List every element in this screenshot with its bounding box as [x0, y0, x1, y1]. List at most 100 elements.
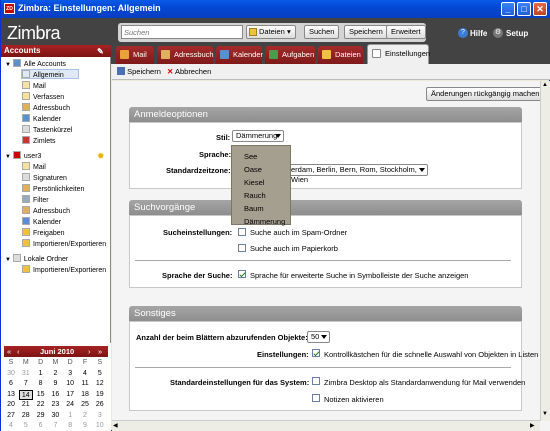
sidebar-item-general[interactable]: Allgemein	[21, 69, 79, 79]
prev-month-button[interactable]: ‹	[17, 346, 20, 357]
calendar-day[interactable]: 8	[63, 421, 77, 431]
sidebar-item-personas[interactable]: Persönlichkeiten	[22, 184, 84, 194]
calendar-day[interactable]: 10	[93, 421, 107, 431]
calendar-day[interactable]: 30	[48, 411, 62, 421]
scroll-down-icon[interactable]: ▼	[542, 411, 548, 417]
setup-link[interactable]: Setup	[506, 29, 528, 38]
minimize-button[interactable]: _	[501, 2, 515, 16]
calendar-day[interactable]: 1	[34, 369, 48, 379]
sidebar-item-filter[interactable]: Filter	[22, 195, 49, 205]
sidebar-item-user-addressbook[interactable]: Adressbuch	[22, 206, 70, 216]
quick-select-checkbox[interactable]	[312, 349, 320, 357]
sidebar-item-user3[interactable]: ▼ user3	[5, 151, 41, 161]
style-dropdown[interactable]: Dämmerung	[232, 130, 284, 142]
calendar-day[interactable]: 4	[78, 369, 92, 379]
spam-search-checkbox[interactable]	[238, 228, 246, 236]
notes-checkbox[interactable]	[312, 394, 320, 402]
calendar-day[interactable]: 24	[63, 400, 77, 410]
calendar-day[interactable]: 17	[63, 390, 77, 400]
calendar-day[interactable]: 19	[93, 390, 107, 400]
page-size-dropdown[interactable]: 50	[307, 331, 330, 343]
calendar-day[interactable]: 4	[4, 421, 18, 431]
sidebar-item-user-calendar[interactable]: Kalender	[22, 217, 61, 227]
calendar-day[interactable]: 18	[78, 390, 92, 400]
calendar-day[interactable]: 3	[63, 369, 77, 379]
sidebar-item-local-folders[interactable]: ▼ Lokale Ordner	[5, 254, 68, 264]
scroll-left-icon[interactable]: ◀	[113, 422, 118, 429]
style-option-oase[interactable]: Oase	[244, 165, 262, 174]
tab-tasks[interactable]: Aufgaben	[265, 46, 315, 64]
save-button[interactable]: Speichern	[117, 67, 161, 76]
calendar-day[interactable]: 29	[34, 411, 48, 421]
calendar-day[interactable]: 23	[48, 400, 62, 410]
calendar-day[interactable]: 7	[48, 421, 62, 431]
style-option-daemmerung[interactable]: Dämmerung	[244, 217, 285, 226]
style-option-rauch[interactable]: Rauch	[244, 191, 266, 200]
calendar-day[interactable]: 6	[4, 379, 18, 389]
calendar-day[interactable]: 2	[78, 411, 92, 421]
default-mail-app-checkbox[interactable]	[312, 377, 320, 385]
sidebar-item-zimlets[interactable]: Zimlets	[22, 136, 56, 146]
next-year-button[interactable]: »	[98, 346, 102, 357]
close-button[interactable]: ✕	[533, 2, 547, 16]
calendar-day[interactable]: 11	[78, 379, 92, 389]
tab-mail[interactable]: Mail	[116, 46, 154, 64]
tab-settings[interactable]: Einstellungen	[367, 44, 430, 64]
sidebar-item-compose[interactable]: Verfassen	[22, 92, 64, 102]
trash-search-checkbox[interactable]	[238, 244, 246, 252]
calendar-day[interactable]: 16	[48, 390, 62, 400]
sidebar-item-all-accounts[interactable]: ▼ Alle Accounts	[5, 59, 66, 69]
pin-icon[interactable]: ✎	[97, 46, 104, 58]
search-scope-dropdown[interactable]: Dateien ▾	[246, 25, 296, 39]
sidebar-item-local-import-export[interactable]: Importieren/Exportieren	[22, 265, 106, 275]
calendar-day[interactable]: 25	[78, 400, 92, 410]
sidebar-item-import-export[interactable]: Importieren/Exportieren	[22, 239, 106, 249]
scroll-up-icon[interactable]: ▲	[542, 82, 548, 88]
calendar-day[interactable]: 5	[19, 421, 33, 431]
scroll-right-icon[interactable]: ▶	[530, 422, 535, 429]
sidebar-item-addressbook[interactable]: Adressbuch	[22, 103, 70, 113]
calendar-day[interactable]: 2	[48, 369, 62, 379]
maximize-button[interactable]: □	[517, 2, 531, 16]
sidebar-item-mail[interactable]: Mail	[22, 81, 46, 91]
calendar-day[interactable]: 9	[48, 379, 62, 389]
calendar-day[interactable]: 5	[93, 369, 107, 379]
calendar-day[interactable]: 30	[4, 369, 18, 379]
search-input[interactable]	[121, 25, 243, 39]
tab-files[interactable]: Dateien	[318, 46, 363, 64]
advanced-search-button[interactable]: Erweitert	[386, 25, 426, 39]
sidebar-item-user-mail[interactable]: Mail	[22, 162, 46, 172]
search-language-checkbox[interactable]	[238, 270, 246, 278]
next-month-button[interactable]: ›	[88, 346, 91, 357]
calendar-day[interactable]: 20	[4, 400, 18, 410]
horizontal-scrollbar[interactable]: ◀ ▶	[112, 420, 540, 431]
sidebar-item-shares[interactable]: Freigaben	[22, 228, 65, 238]
calendar-day[interactable]: 15	[34, 390, 48, 400]
save-search-button[interactable]: Speichern	[344, 25, 388, 39]
calendar-day[interactable]: 27	[4, 411, 18, 421]
calendar-day[interactable]: 3	[93, 411, 107, 421]
content-scrollbar[interactable]: ▲ ▼	[540, 81, 550, 421]
style-option-see[interactable]: See	[244, 152, 257, 161]
sidebar-item-shortcuts[interactable]: Tastenkürzel	[22, 125, 72, 135]
calendar-day[interactable]: 6	[34, 421, 48, 431]
sidebar-item-calendar[interactable]: Kalender	[22, 114, 61, 124]
undo-changes-button[interactable]: Änderungen rückgängig machen	[426, 87, 545, 101]
calendar-day[interactable]: 12	[93, 379, 107, 389]
style-option-kiesel[interactable]: Kiesel	[244, 178, 264, 187]
calendar-day[interactable]: 26	[93, 400, 107, 410]
calendar-day[interactable]: 8	[34, 379, 48, 389]
calendar-day[interactable]: 13	[4, 390, 18, 400]
cancel-button[interactable]: ✕ Abbrechen	[167, 67, 211, 76]
calendar-day[interactable]: 9	[78, 421, 92, 431]
help-link[interactable]: Hilfe	[470, 29, 487, 38]
calendar-day[interactable]: 7	[19, 379, 33, 389]
tab-calendar[interactable]: Kalender	[216, 46, 263, 64]
sidebar-item-signatures[interactable]: Signaturen	[22, 173, 67, 183]
calendar-day[interactable]: 14	[18, 389, 33, 400]
calendar-day[interactable]: 31	[19, 369, 33, 379]
style-option-baum[interactable]: Baum	[244, 204, 264, 213]
calendar-day[interactable]: 22	[34, 400, 48, 410]
prev-year-button[interactable]: «	[7, 346, 11, 357]
tab-addressbook[interactable]: Adressbuch	[157, 46, 214, 64]
